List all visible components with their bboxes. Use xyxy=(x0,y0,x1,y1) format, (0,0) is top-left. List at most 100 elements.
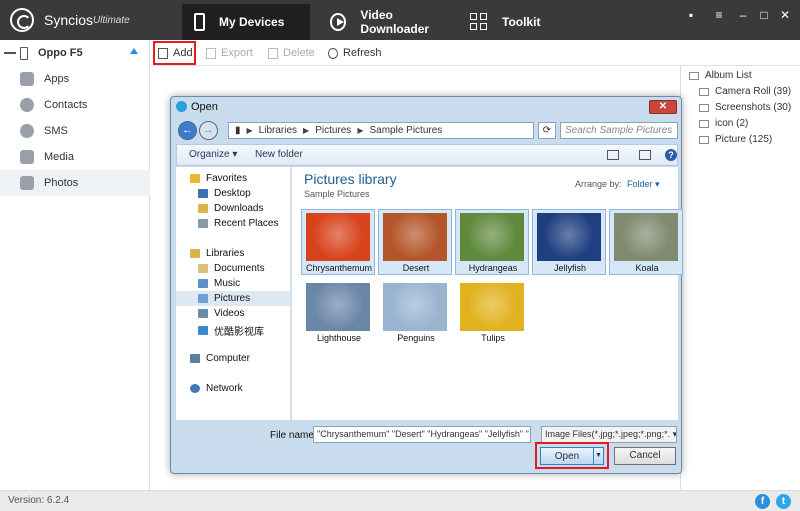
nav-pictures[interactable]: Pictures xyxy=(198,293,250,304)
breadcrumb-libraries[interactable]: Libraries xyxy=(259,125,297,136)
breadcrumb-pictures[interactable]: Pictures xyxy=(315,125,351,136)
close-button[interactable]: ✕ xyxy=(778,8,792,22)
refresh-icon[interactable]: ⟳ xyxy=(538,122,556,139)
nav-label: Downloads xyxy=(214,203,264,214)
search-input[interactable]: Search Sample Pictures xyxy=(560,122,678,139)
file-tulips[interactable]: Tulips xyxy=(455,279,529,345)
export-button[interactable]: Export xyxy=(206,44,253,62)
arrange-by-label: Arrange by: xyxy=(575,179,622,189)
maximize-button[interactable]: □ xyxy=(757,8,771,22)
album-item-picture[interactable]: Picture (125) xyxy=(699,134,772,145)
file-chrysanthemum[interactable]: Chrysanthemum xyxy=(301,209,375,275)
delete-button-label: Delete xyxy=(283,47,315,59)
sidebar-item-apps[interactable]: Apps xyxy=(0,66,150,92)
computer-icon xyxy=(190,354,200,363)
refresh-icon xyxy=(328,47,338,59)
sidebar-item-media[interactable]: Media xyxy=(0,144,150,170)
file-hydrangeas[interactable]: Hydrangeas xyxy=(455,209,529,275)
sidebar-item-label: Apps xyxy=(44,73,70,85)
recent-places-icon xyxy=(198,219,208,228)
sidebar-item-photos[interactable]: Photos xyxy=(0,170,150,196)
delete-button[interactable]: Delete xyxy=(268,44,315,62)
folder-icon xyxy=(699,103,709,112)
file-label: Lighthouse xyxy=(316,333,362,343)
tab-toolkit[interactable]: Toolkit xyxy=(458,4,568,40)
file-type-select[interactable]: Image Files(*.jpg;*.jpeg;*.png;*. ▾ xyxy=(541,426,677,443)
sidebar-item-contacts[interactable]: Contacts xyxy=(0,92,150,118)
network-icon xyxy=(190,384,200,393)
file-penguins[interactable]: Penguins xyxy=(378,279,452,345)
syncios-logo-icon xyxy=(10,8,34,32)
album-item-camera-roll[interactable]: Camera Roll (39) xyxy=(699,86,791,97)
new-folder-button[interactable]: New folder xyxy=(255,149,303,160)
documents-icon xyxy=(198,264,208,273)
library-subtitle: Sample Pictures xyxy=(304,189,370,199)
help-icon[interactable]: ? xyxy=(665,149,677,161)
nav-desktop[interactable]: Desktop xyxy=(198,188,251,199)
sidebar-item-sms[interactable]: SMS xyxy=(0,118,150,144)
contacts-icon xyxy=(20,98,34,112)
tab-my-devices-label: My Devices xyxy=(219,15,285,29)
file-label: Penguins xyxy=(397,333,435,343)
file-list-pane: Pictures library Sample Pictures Arrange… xyxy=(292,167,683,420)
tab-my-devices[interactable]: My Devices xyxy=(182,4,310,40)
nav-downloads[interactable]: Downloads xyxy=(198,203,263,214)
nav-documents[interactable]: Documents xyxy=(198,263,265,274)
nav-label: Videos xyxy=(214,308,245,319)
breadcrumb-separator-icon: ▶ xyxy=(246,126,253,135)
nav-libraries[interactable]: Libraries xyxy=(190,248,244,259)
back-arrow-icon[interactable]: ← xyxy=(178,121,197,140)
nav-recent-places[interactable]: Recent Places xyxy=(198,218,278,229)
twitter-icon[interactable]: t xyxy=(776,494,791,509)
dropdown-arrow-icon[interactable]: ▼ xyxy=(593,448,603,464)
breadcrumb-sample-pictures[interactable]: Sample Pictures xyxy=(369,125,442,136)
thumbnail-image xyxy=(460,213,524,261)
dialog-close-button[interactable]: ✕ xyxy=(649,100,677,114)
arrange-by-dropdown[interactable]: Folder ▾ xyxy=(627,179,660,190)
preview-pane-icon[interactable] xyxy=(639,150,651,160)
file-name-label: File name: xyxy=(270,430,317,441)
file-type-value: Image Files(*.jpg;*.jpeg;*.png;*. xyxy=(545,429,671,439)
sms-bubble-icon xyxy=(20,124,34,138)
nav-label: Desktop xyxy=(214,188,251,199)
address-row: ← → ▮ ▶ Libraries ▶ Pictures ▶ Sample Pi… xyxy=(176,119,678,143)
dialog-title: Open xyxy=(191,101,218,113)
album-item-screenshots[interactable]: Screenshots (30) xyxy=(699,102,791,113)
nav-label: Pictures xyxy=(214,293,251,304)
facebook-icon[interactable]: f xyxy=(755,494,770,509)
view-options-icon[interactable] xyxy=(607,150,619,160)
top-bar: Syncios Ultimate My Devices Video Downlo… xyxy=(0,0,800,40)
nav-music[interactable]: Music xyxy=(198,278,240,289)
tab-video-downloader[interactable]: Video Downloader xyxy=(318,4,453,40)
cancel-button[interactable]: Cancel xyxy=(614,447,676,465)
file-name-input[interactable]: "Chrysanthemum" "Desert" "Hydrangeas" "J… xyxy=(313,426,531,443)
open-button[interactable]: Open ▼ xyxy=(540,447,604,465)
file-desert[interactable]: Desert xyxy=(378,209,452,275)
nav-favorites[interactable]: Favorites xyxy=(190,173,247,184)
menu-icon[interactable]: ≡ xyxy=(712,8,726,22)
album-item-label: icon (2) xyxy=(715,118,749,129)
nav-computer[interactable]: Computer xyxy=(190,353,250,364)
apps-icon xyxy=(20,72,34,86)
minimize-button[interactable]: – xyxy=(736,8,750,22)
device-selector[interactable]: Oppo F5 xyxy=(0,40,150,66)
file-koala[interactable]: Koala xyxy=(609,209,683,275)
nav-label: Recent Places xyxy=(214,218,279,229)
file-lighthouse[interactable]: Lighthouse xyxy=(301,279,375,345)
refresh-button[interactable]: Refresh xyxy=(328,44,382,62)
toolkit-grid-icon xyxy=(470,13,488,31)
app-edition: Ultimate xyxy=(93,15,130,26)
eject-icon[interactable] xyxy=(130,48,138,54)
nav-videos[interactable]: Videos xyxy=(198,308,244,319)
address-bar[interactable]: ▮ ▶ Libraries ▶ Pictures ▶ Sample Pictur… xyxy=(228,122,534,139)
sidebar-item-label: Photos xyxy=(44,177,79,189)
file-jellyfish[interactable]: Jellyfish xyxy=(532,209,606,275)
organize-menu[interactable]: Organize ▾ xyxy=(189,149,237,160)
message-icon[interactable]: ▪ xyxy=(684,8,698,22)
nav-network[interactable]: Network xyxy=(190,383,243,394)
forward-arrow-icon[interactable]: → xyxy=(199,121,218,140)
breadcrumb-separator-icon: ▶ xyxy=(357,126,364,135)
nav-youku-library[interactable]: 优酷影视库 xyxy=(198,323,264,338)
device-name: Oppo F5 xyxy=(38,47,83,59)
album-item-icon[interactable]: icon (2) xyxy=(699,118,748,129)
